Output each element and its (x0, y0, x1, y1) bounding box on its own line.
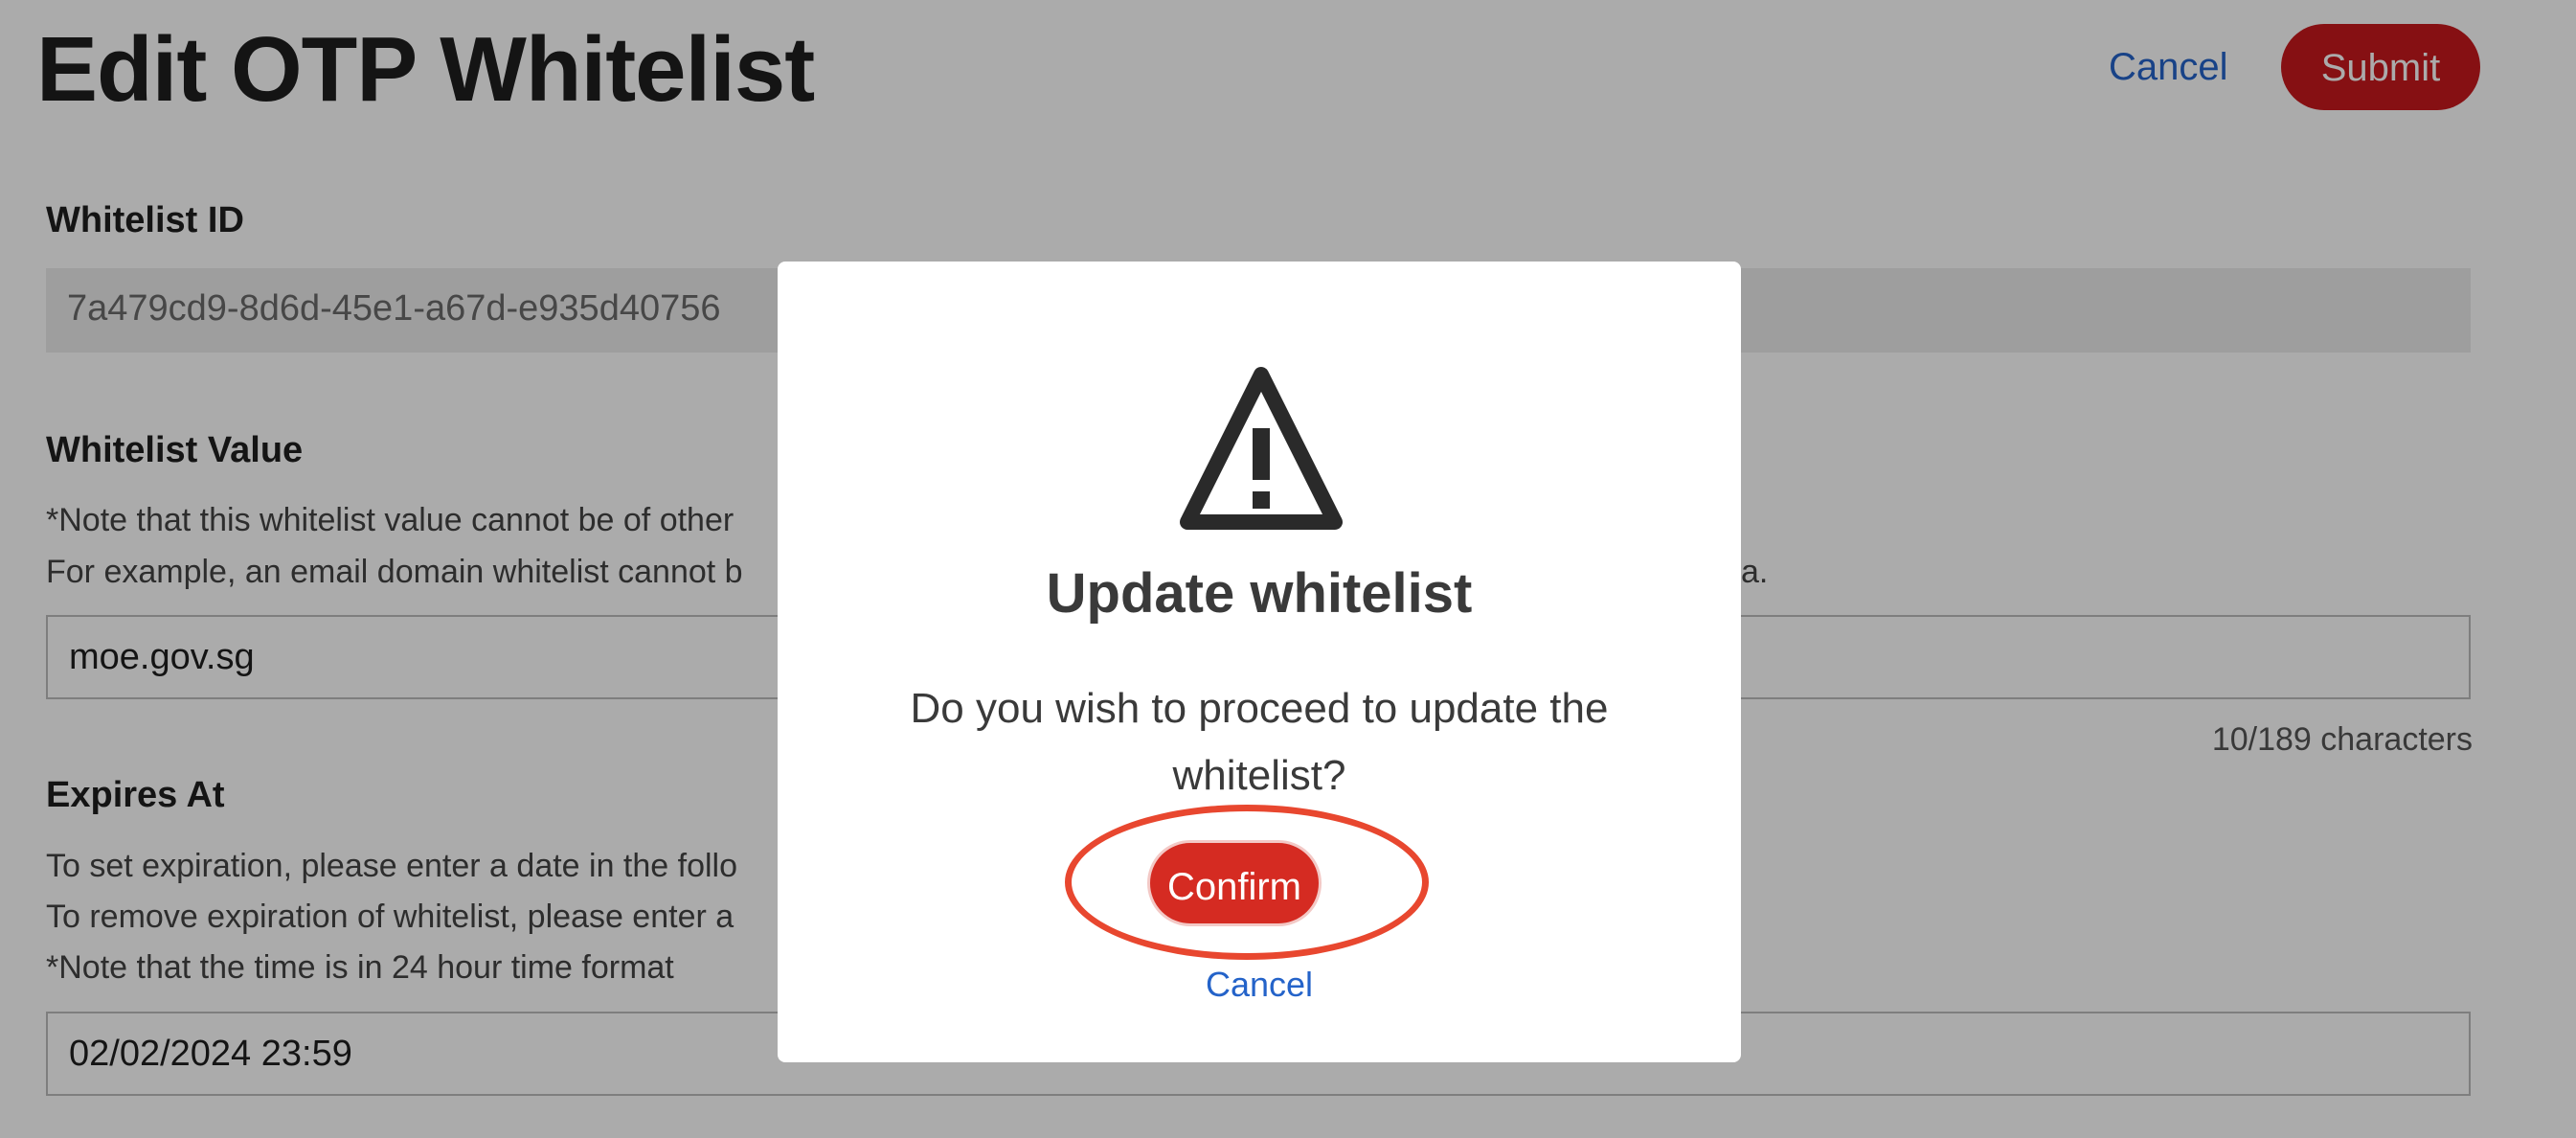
dialog-cancel-link[interactable]: Cancel (778, 963, 1741, 1007)
dialog-title: Update whitelist (1046, 562, 1473, 625)
dialog-message: Do you wish to proceed to update the whi… (910, 685, 1609, 799)
confirm-button[interactable]: Confirm (1147, 840, 1322, 926)
update-whitelist-dialog: Update whitelist Do you wish to proceed … (778, 262, 1741, 1062)
warning-triangle-icon (1180, 367, 1343, 530)
